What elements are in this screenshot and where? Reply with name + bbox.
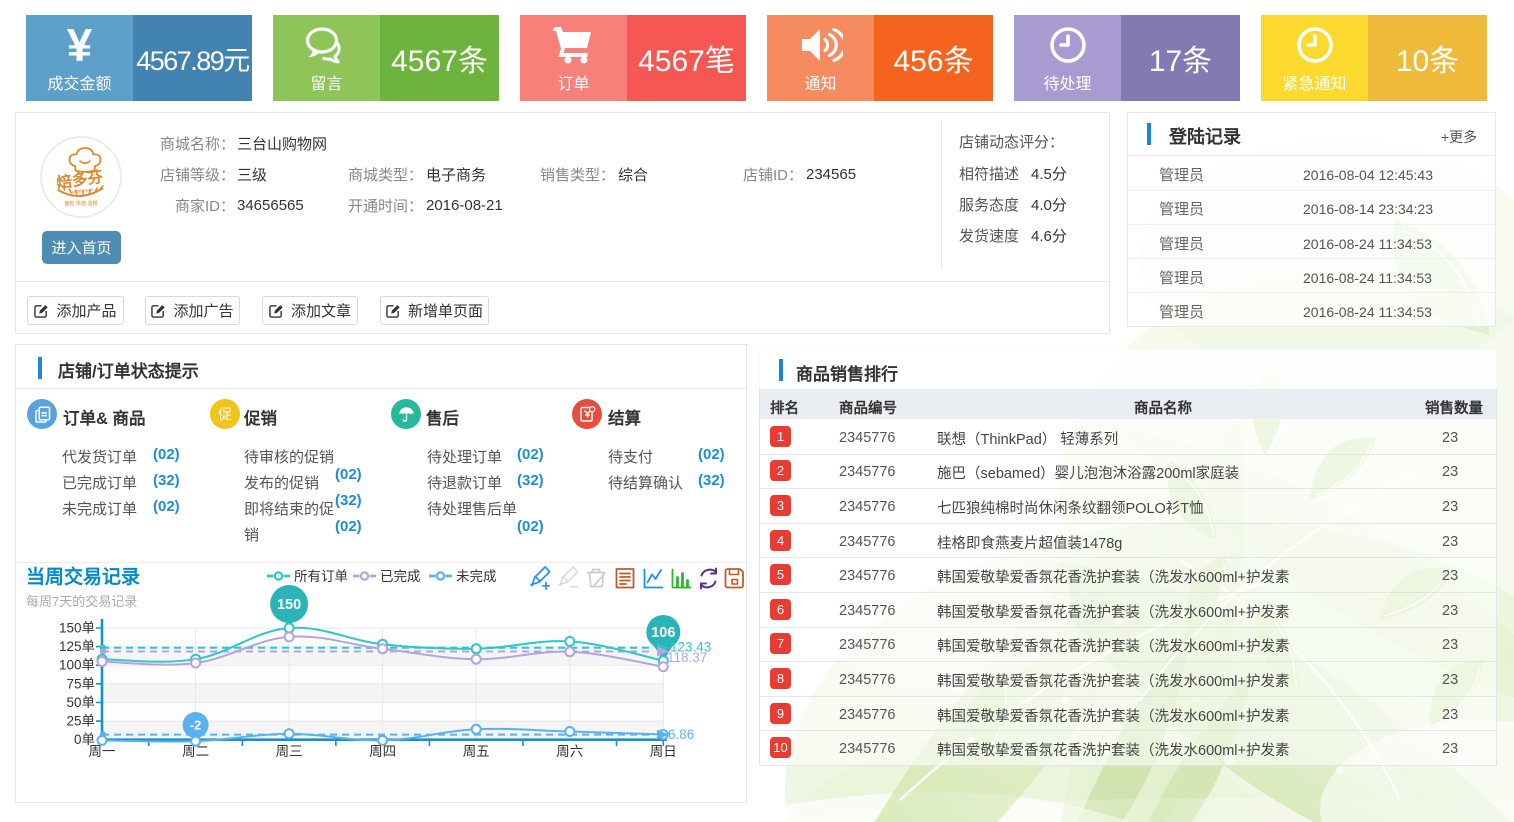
svg-text:150: 150	[277, 597, 301, 613]
svg-text:已完成: 已完成	[380, 569, 421, 584]
svg-text:面包·烘焙·蛋糕: 面包·烘焙·蛋糕	[64, 200, 97, 207]
svg-text:50单: 50单	[66, 695, 95, 710]
svg-text:未完成: 未完成	[456, 569, 497, 584]
svg-text:周一: 周一	[89, 744, 116, 759]
svg-text:25单: 25单	[66, 714, 95, 729]
svg-text:100单: 100单	[59, 658, 95, 673]
svg-text:周六: 周六	[556, 744, 583, 759]
svg-text:-2: -2	[190, 719, 201, 733]
svg-text:周四: 周四	[369, 744, 396, 759]
svg-text:周五: 周五	[463, 744, 490, 759]
svg-text:75单: 75单	[66, 676, 95, 691]
svg-text:周三: 周三	[276, 744, 303, 759]
svg-text:每周7天的交易记录: 每周7天的交易记录	[26, 594, 137, 609]
svg-text:150单: 150单	[59, 621, 95, 636]
svg-text:6.86: 6.86	[668, 727, 694, 742]
svg-text:118.37: 118.37	[667, 650, 707, 665]
svg-text:周日: 周日	[650, 744, 677, 759]
svg-text:所有订单: 所有订单	[294, 569, 348, 584]
svg-text:当周交易记录: 当周交易记录	[26, 565, 140, 588]
svg-text:125单: 125单	[59, 639, 95, 654]
